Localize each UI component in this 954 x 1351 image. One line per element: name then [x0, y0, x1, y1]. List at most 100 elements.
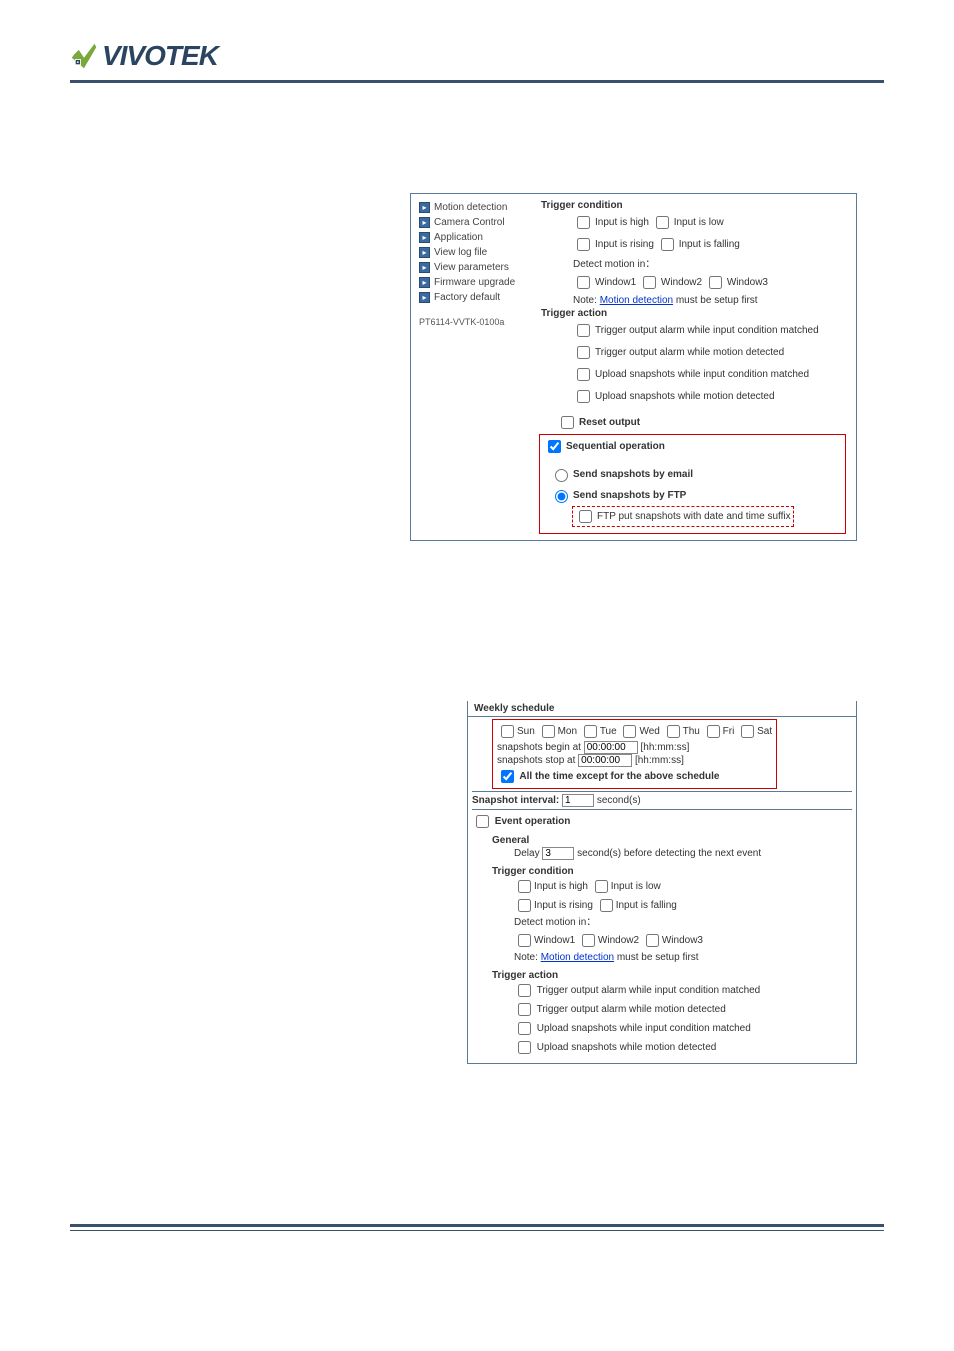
note-suffix: must be setup first: [673, 295, 757, 306]
label-text: Sat: [757, 726, 772, 737]
label-text: Trigger output alarm while motion detect…: [595, 345, 784, 361]
label-text: Thu: [683, 726, 700, 737]
trigger-condition-heading: Trigger condition: [541, 200, 852, 211]
label-text: Sequential operation: [566, 441, 665, 452]
begin-time-input[interactable]: [584, 741, 638, 754]
all-time-checkbox[interactable]: All the time except for the above schedu…: [497, 771, 719, 782]
day-wed-checkbox[interactable]: Wed: [619, 726, 659, 737]
input-rising-checkbox-2[interactable]: Input is rising: [514, 900, 593, 911]
sidebar-item-view-log-file[interactable]: ▸ View log file: [419, 247, 537, 258]
label-text: All the time except for the above schedu…: [519, 771, 719, 782]
sequential-operation-checkbox[interactable]: Sequential operation: [544, 437, 665, 456]
expand-icon: ▸: [419, 247, 430, 258]
expand-icon: ▸: [419, 292, 430, 303]
reset-output-checkbox[interactable]: Reset output: [557, 413, 640, 432]
label-text: Input is high: [595, 215, 649, 231]
event-operation-checkbox[interactable]: Event operation: [472, 816, 570, 827]
input-low-checkbox-2[interactable]: Input is low: [591, 881, 661, 892]
input-low-checkbox[interactable]: Input is low: [652, 213, 724, 232]
window1-checkbox-2[interactable]: Window1: [514, 935, 575, 946]
window2-checkbox[interactable]: Window2: [639, 273, 702, 292]
sidebar-item-label: View log file: [434, 247, 487, 258]
input-high-checkbox[interactable]: Input is high: [573, 213, 649, 232]
time-unit: [hh:mm:ss]: [635, 755, 684, 766]
action-output-motion-checkbox[interactable]: Trigger output alarm while motion detect…: [573, 343, 784, 362]
day-tue-checkbox[interactable]: Tue: [580, 726, 617, 737]
label-text: Sun: [517, 726, 535, 737]
input-rising-checkbox[interactable]: Input is rising: [573, 235, 654, 254]
day-mon-checkbox[interactable]: Mon: [538, 726, 577, 737]
day-thu-checkbox[interactable]: Thu: [663, 726, 700, 737]
label-text: Tue: [600, 726, 617, 737]
label-text: Trigger output alarm while motion detect…: [537, 1004, 726, 1015]
action-upload-input-checkbox-2[interactable]: Upload snapshots while input condition m…: [514, 1023, 751, 1034]
config-screenshot-2: Weekly schedule Sun Mon Tue Wed Thu Fri …: [467, 701, 857, 1064]
day-sat-checkbox[interactable]: Sat: [737, 726, 772, 737]
sidebar-item-label: Motion detection: [434, 202, 507, 213]
schedule-highlight-box: Sun Mon Tue Wed Thu Fri Sat snapshots be…: [492, 719, 777, 789]
window3-checkbox[interactable]: Window3: [705, 273, 768, 292]
day-sun-checkbox[interactable]: Sun: [497, 726, 535, 737]
label-text: Trigger output alarm while input conditi…: [537, 985, 761, 996]
sidebar-item-factory-default[interactable]: ▸ Factory default: [419, 292, 537, 303]
ftp-suffix-checkbox[interactable]: FTP put snapshots with date and time suf…: [575, 507, 791, 526]
day-fri-checkbox[interactable]: Fri: [703, 726, 735, 737]
delay-pre: Delay: [514, 848, 542, 859]
label-text: Upload snapshots while input condition m…: [595, 367, 809, 383]
delay-post: second(s) before detecting the next even…: [574, 848, 761, 859]
expand-icon: ▸: [419, 232, 430, 243]
input-falling-checkbox[interactable]: Input is falling: [657, 235, 740, 254]
sidebar-item-motion-detection[interactable]: ▸ Motion detection: [419, 202, 537, 213]
label-text: Fri: [723, 726, 735, 737]
label-text: Window1: [595, 275, 636, 291]
stop-time-input[interactable]: [578, 754, 632, 767]
sidebar-item-firmware-upgrade[interactable]: ▸Firmware upgrade: [419, 277, 537, 288]
delay-input[interactable]: [542, 847, 574, 860]
time-unit: [hh:mm:ss]: [641, 742, 690, 753]
trigger-action-heading-2: Trigger action: [492, 970, 852, 981]
label-text: Input is falling: [679, 237, 740, 253]
sidebar-item-view-parameters[interactable]: ▸View parameters: [419, 262, 537, 273]
sequential-highlight-box: Sequential operation Send snapshots by e…: [539, 434, 846, 534]
action-output-input-checkbox[interactable]: Trigger output alarm while input conditi…: [573, 321, 819, 340]
sidebar-item-label: Factory default: [434, 292, 500, 303]
header-bar: VIVOTEK: [70, 40, 884, 83]
label-text: FTP put snapshots with date and time suf…: [597, 511, 791, 522]
snapshot-interval-label: Snapshot interval:: [472, 795, 559, 806]
input-falling-checkbox-2[interactable]: Input is falling: [596, 900, 677, 911]
snapshot-interval-input[interactable]: [562, 794, 594, 807]
delay-row: Delay second(s) before detecting the nex…: [514, 846, 852, 862]
begin-label: snapshots begin at: [497, 742, 584, 753]
input-high-checkbox-2[interactable]: Input is high: [514, 881, 588, 892]
checkmark-burst-icon: [70, 42, 98, 70]
label-text: Event operation: [495, 816, 571, 827]
sidebar: ▸ Motion detection ▸Camera Control ▸ Appli…: [411, 194, 537, 540]
general-heading: General: [492, 835, 852, 846]
note-suffix: must be setup first: [614, 952, 698, 963]
action-output-motion-checkbox-2[interactable]: Trigger output alarm while motion detect…: [514, 1004, 726, 1015]
motion-detection-link-2[interactable]: Motion detection: [541, 952, 614, 963]
window2-checkbox-2[interactable]: Window2: [578, 935, 639, 946]
sidebar-item-label: Application: [434, 232, 483, 243]
label-text: Trigger output alarm while input conditi…: [595, 323, 819, 339]
motion-detection-link[interactable]: Motion detection: [600, 295, 673, 306]
send-ftp-radio[interactable]: Send snapshots by FTP: [550, 487, 686, 503]
detect-motion-label-2: Detect motion in：: [514, 915, 852, 931]
expand-icon: ▸: [419, 202, 430, 213]
label-text: Window1: [534, 935, 575, 946]
action-upload-input-checkbox[interactable]: Upload snapshots while input condition m…: [573, 365, 809, 384]
label-text: Input is high: [534, 881, 588, 892]
label-text: Input is falling: [616, 900, 677, 911]
label-text: Send snapshots by FTP: [573, 490, 686, 501]
sidebar-item-application[interactable]: ▸ Application: [419, 232, 537, 243]
send-email-radio[interactable]: Send snapshots by email: [550, 466, 693, 482]
brand-text: VIVOTEK: [102, 40, 218, 72]
footer-rule: [70, 1224, 884, 1231]
window3-checkbox-2[interactable]: Window3: [642, 935, 703, 946]
action-upload-motion-checkbox-2[interactable]: Upload snapshots while motion detected: [514, 1042, 716, 1053]
sidebar-item-camera-control[interactable]: ▸Camera Control: [419, 217, 537, 228]
action-upload-motion-checkbox[interactable]: Upload snapshots while motion detected: [573, 387, 775, 406]
action-output-input-checkbox-2[interactable]: Trigger output alarm while input conditi…: [514, 985, 760, 996]
expand-icon: ▸: [419, 262, 430, 273]
window1-checkbox[interactable]: Window1: [573, 273, 636, 292]
